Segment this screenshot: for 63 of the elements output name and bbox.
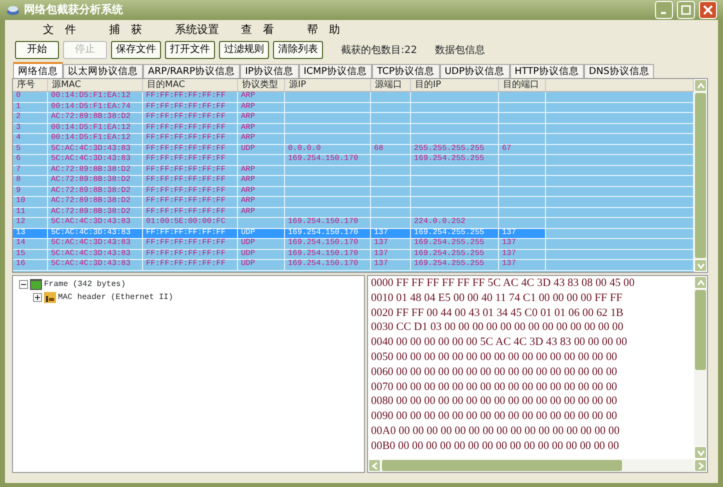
- minimize-button[interactable]: [655, 1, 673, 19]
- hex-line: 0050 00 00 00 00 00 00 00 00 00 00 00 00 00 00 00 00: [371, 350, 618, 365]
- hex-line: 0030 CC D1 03 00 00 00 00 00 00 00 00 00 00 00 00 00: [371, 320, 624, 336]
- column-header[interactable]: 协议类型: [238, 79, 285, 91]
- hex-line: 0060 00 00 00 00 00 00 00 00 00 00 00 00 00 00 00 00: [371, 364, 618, 380]
- frame-icon: [30, 279, 42, 290]
- hex-line: 00B0 00 00 00 00 00 00 00 00 00 00 00 00 00 00 00 00: [371, 438, 620, 454]
- menu-item[interactable]: 查 看: [233, 22, 299, 38]
- hex-line: 0020 FF FF 00 44 00 43 01 34 45 C0 01 01 06 00 62 1B: [371, 306, 624, 320]
- scrollbar-thumb[interactable]: [695, 290, 706, 370]
- scroll-down-button[interactable]: [694, 259, 707, 272]
- hex-line: 0040 00 00 00 00 00 00 5C AC 4C 3D 43 83 00 00 00 00: [371, 335, 628, 350]
- close-icon: [703, 5, 713, 15]
- tab[interactable]: DNS协议信息: [584, 64, 654, 78]
- scrollbar-thumb[interactable]: [382, 460, 622, 471]
- packet-info-label: 数据包信息: [435, 44, 486, 58]
- scroll-up-button[interactable]: [694, 79, 707, 92]
- column-header[interactable]: 目的IP: [411, 79, 499, 91]
- hex-line: 0010 01 48 04 E5 00 00 40 11 74 C1 00 00 00 00 FF FF: [371, 290, 624, 306]
- hex-line: 0070 00 00 00 00 00 00 00 00 00 00 00 00 00 00 00 00: [371, 380, 618, 394]
- hex-line: 0080 00 00 00 00 00 00 00 00 00 00 00 00 00 00 00 00: [371, 394, 618, 410]
- column-header[interactable]: 序号: [13, 79, 48, 91]
- close-button[interactable]: [699, 1, 717, 19]
- tab[interactable]: 网络信息: [13, 62, 63, 78]
- column-header[interactable]: 目的端口: [499, 79, 546, 91]
- tab[interactable]: ARP/RARP协议信息: [143, 64, 240, 78]
- hex-line: 0000 FF FF FF FF FF FF 5C AC 4C 3D 43 83 08 00 45 00: [371, 276, 636, 291]
- toolbar-button[interactable]: 清除列表: [273, 41, 323, 59]
- scroll-down-button[interactable]: [694, 446, 707, 459]
- column-header[interactable]: 源IP: [285, 79, 371, 91]
- menu-item[interactable]: 帮 助: [299, 22, 365, 38]
- toolbar-button[interactable]: 保存文件: [111, 41, 161, 59]
- hex-line: 0090 00 00 00 00 00 00 00 00 00 00 00 00 00 00 00 00: [371, 409, 618, 424]
- window-title: 网络包截获分析系统: [24, 2, 123, 18]
- scroll-left-button[interactable]: [368, 459, 381, 472]
- hex-line: 00A0 00 00 00 00 00 00 00 00 00 00 00 00 00 00 00 00: [371, 424, 621, 439]
- scroll-right-button[interactable]: [694, 459, 707, 472]
- tab[interactable]: HTTP协议信息: [510, 64, 584, 78]
- folder-icon: [44, 292, 56, 303]
- toolbar-button[interactable]: 开始: [15, 41, 59, 59]
- menu-item[interactable]: 系统设置: [167, 22, 233, 38]
- tab[interactable]: UDP协议信息: [440, 64, 510, 78]
- collapse-icon[interactable]: [19, 280, 28, 289]
- tab[interactable]: TCP协议信息: [372, 64, 440, 78]
- scroll-up-button[interactable]: [694, 276, 707, 289]
- tab[interactable]: 以太网协议信息: [63, 64, 143, 78]
- column-header[interactable]: 源MAC: [48, 79, 143, 91]
- column-header[interactable]: 目的MAC: [143, 79, 238, 91]
- tab[interactable]: IP协议信息: [240, 64, 299, 78]
- column-header[interactable]: 源端口: [371, 79, 411, 91]
- tree-item[interactable]: Frame (342 bytes): [44, 278, 126, 290]
- packet-count-label: 截获的包数目:22: [341, 44, 418, 58]
- maximize-icon: [681, 5, 691, 15]
- menu-item[interactable]: 捕 获: [101, 22, 167, 38]
- menu-item[interactable]: 文 件: [35, 22, 101, 38]
- expand-icon[interactable]: [33, 293, 42, 302]
- tab[interactable]: ICMP协议信息: [298, 64, 372, 78]
- maximize-button[interactable]: [677, 1, 695, 19]
- scrollbar-thumb[interactable]: [695, 93, 706, 258]
- tree-item[interactable]: MAC header (Ethernet II): [58, 292, 174, 304]
- toolbar-button[interactable]: 过滤规则: [219, 41, 269, 59]
- app-icon: [6, 3, 20, 17]
- toolbar-button[interactable]: 打开文件: [165, 41, 215, 59]
